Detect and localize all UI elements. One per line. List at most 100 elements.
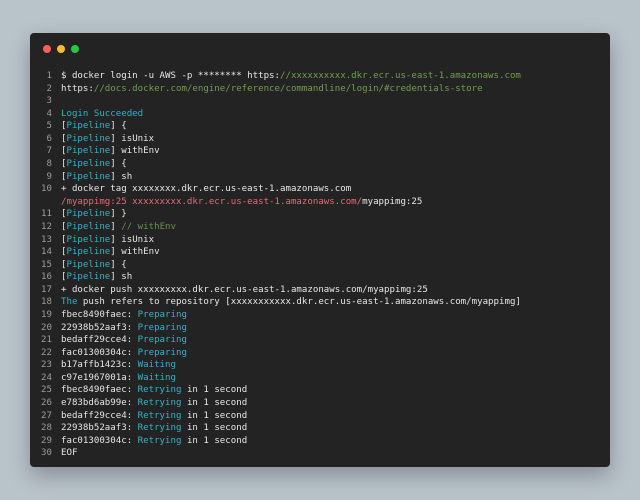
code-line: 2 https://docs.docker.com/engine/referenc… [30, 83, 521, 96]
code-token: 22938b52aaf3: [61, 423, 138, 434]
line-number: 14 [41, 247, 52, 258]
line-number: 13 [41, 234, 52, 245]
code-token: Preparing [137, 347, 187, 358]
line-text: [Pipeline] { [61, 259, 127, 272]
code-token: myappimg:25 [362, 196, 423, 207]
code-line: 17 + docker push xxxxxxxxx.dkr.ecr.us-eas… [30, 284, 521, 297]
code-token: Preparing [137, 309, 187, 320]
line-text: bedaff29cce4: Preparing [61, 334, 187, 347]
line-text: b17affb1423c: Waiting [61, 359, 176, 372]
code-line: 24 c97e1967001a: Waiting [30, 372, 521, 385]
code-line: 10 + docker tag xxxxxxxx.dkr.ecr.us-east-… [30, 183, 521, 196]
line-text: fbec8490faec: Preparing [61, 309, 187, 322]
line-number: 25 [41, 385, 52, 396]
code-token: push refers to repository [xxxxxxxxxxx.d… [77, 297, 521, 308]
code-line: 7 [Pipeline] withEnv [30, 145, 521, 158]
line-text: /myappimg:25 xxxxxxxxx.dkr.ecr.us-east-1… [61, 196, 422, 209]
line-text: 22938b52aaf3: Preparing [61, 322, 187, 335]
line-number: 23 [41, 360, 52, 371]
code-line: 19 fbec8490faec: Preparing [30, 309, 521, 322]
code-line: 16 [Pipeline] sh [30, 271, 521, 284]
code-line: 3 [30, 95, 521, 108]
code-token: ] { [110, 259, 127, 270]
code-line: 1 $ docker login -u AWS -p ******** https… [30, 70, 521, 83]
code-line: 23 b17affb1423c: Waiting [30, 359, 521, 372]
line-text: + docker push xxxxxxxxx.dkr.ecr.us-east-… [61, 284, 428, 297]
line-number: 27 [41, 410, 52, 421]
line-text: 22938b52aaf3: Retrying in 1 second [61, 422, 247, 435]
line-number: 24 [41, 372, 52, 383]
code-token: ] isUnix [110, 133, 155, 144]
code-token: fbec8490faec: [61, 385, 138, 396]
line-text: https://docs.docker.com/engine/reference… [61, 83, 483, 96]
line-text: + docker tag xxxxxxxx.dkr.ecr.us-east-1.… [61, 183, 351, 196]
code-token: 22938b52aaf3: [61, 322, 138, 333]
code-line: 29 fac01300304c: Retrying in 1 second [30, 435, 521, 448]
code-line: 28 22938b52aaf3: Retrying in 1 second [30, 422, 521, 435]
code-token: Retrying [137, 410, 182, 421]
code-token: Pipeline [66, 221, 111, 232]
code-token: Pipeline [66, 234, 111, 245]
line-number: 18 [41, 297, 52, 308]
line-text: [Pipeline] // withEnv [61, 221, 176, 234]
code-token: ] withEnv [110, 146, 160, 157]
code-token: EOF [61, 448, 78, 459]
code-line: 12 [Pipeline] // withEnv [30, 221, 521, 234]
code-line: 13 [Pipeline] isUnix [30, 234, 521, 247]
code-token: Pipeline [66, 272, 111, 283]
code-token: Retrying [137, 435, 182, 446]
line-text: fbec8490faec: Retrying in 1 second [61, 384, 247, 397]
line-number: 17 [41, 284, 52, 295]
line-number [30, 196, 61, 209]
line-text: $ docker login -u AWS -p ******** https:… [61, 70, 521, 83]
line-text: Login Succeeded [61, 108, 143, 121]
code-line: 18 The push refers to repository [xxxxxxx… [30, 296, 521, 309]
code-token: b17affb1423c: [61, 360, 138, 371]
line-text: [Pipeline] isUnix [61, 234, 154, 247]
maximize-button[interactable] [71, 45, 79, 53]
code-token: in 1 second [181, 385, 248, 396]
code-token: Pipeline [66, 146, 111, 157]
code-token: e783bd6ab99e: [61, 398, 138, 409]
code-line: 9 [Pipeline] sh [30, 171, 521, 184]
code-token: in 1 second [181, 398, 248, 409]
line-text: [Pipeline] sh [61, 271, 132, 284]
code-token: Preparing [137, 322, 187, 333]
line-text: c97e1967001a: Waiting [61, 372, 176, 385]
minimize-button[interactable] [57, 45, 65, 53]
line-text: [Pipeline] withEnv [61, 246, 160, 259]
code-line: /myappimg:25 xxxxxxxxx.dkr.ecr.us-east-1… [30, 196, 521, 209]
code-token: in 1 second [181, 423, 248, 434]
line-number: 15 [41, 259, 52, 270]
code-token: // withEnv [121, 221, 176, 232]
line-number: 1 [46, 71, 52, 81]
code-token: ] [110, 221, 122, 232]
line-text: bedaff29cce4: Retrying in 1 second [61, 410, 247, 423]
line-number: 2 [46, 83, 52, 94]
window-controls [43, 45, 79, 55]
line-number: 9 [46, 171, 52, 182]
line-text: [Pipeline] } [61, 208, 127, 221]
line-text: [Pipeline] sh [61, 171, 132, 184]
code-token: //docs.docker.com/engine/reference/comma… [93, 83, 483, 94]
line-text: e783bd6ab99e: Retrying in 1 second [61, 397, 247, 410]
code-line: 5 [Pipeline] { [30, 120, 521, 133]
code-token: ] { [110, 159, 127, 170]
code-line: 8 [Pipeline] { [30, 158, 521, 171]
code-token: /myappimg:25 xxxxxxxxx.dkr.ecr.us-east-1… [61, 196, 363, 207]
code-token: ] sh [110, 171, 133, 182]
line-number: 12 [41, 221, 52, 232]
code-token: ] { [110, 121, 127, 132]
line-number: 29 [41, 435, 52, 446]
code-token: bedaff29cce4: [61, 335, 138, 346]
code-token: Pipeline [66, 171, 111, 182]
close-button[interactable] [43, 45, 51, 53]
line-number: 30 [41, 448, 52, 459]
code-token: Pipeline [66, 121, 111, 132]
code-token: Login Succeeded [61, 108, 144, 119]
code-token: ] sh [110, 272, 133, 283]
code-token: $ docker login -u AWS -p ******** https: [61, 71, 280, 81]
code-token: Pipeline [66, 259, 111, 270]
code-token: https: [61, 83, 94, 94]
line-number: 6 [46, 133, 52, 144]
